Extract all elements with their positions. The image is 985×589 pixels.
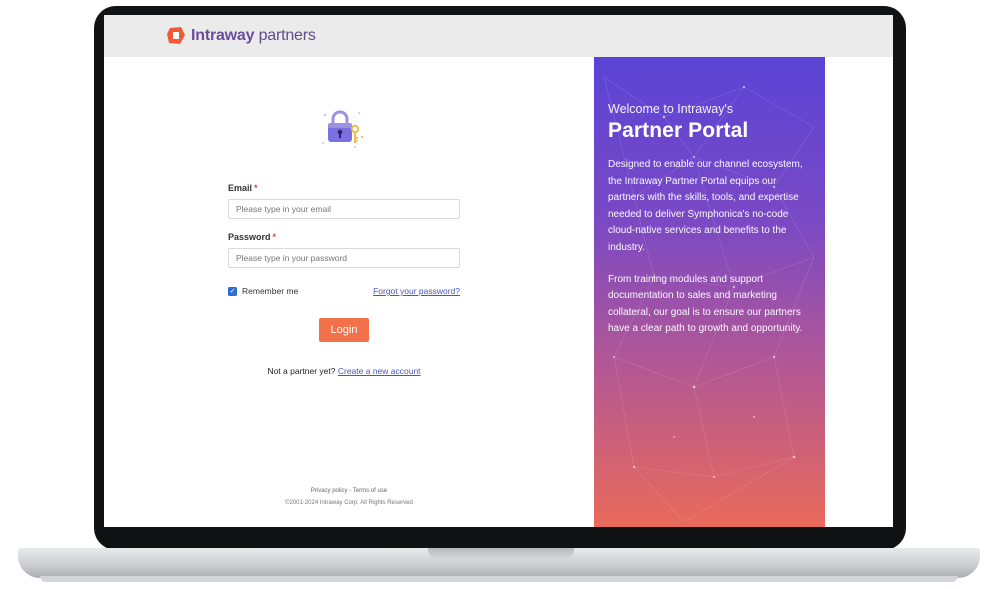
password-field[interactable] [228,248,460,268]
footer: Privacy policy - Terms of use ©2001-2024… [104,488,594,506]
signup-prompt-text: Not a partner yet? [267,366,336,376]
signup-prompt: Not a partner yet? Create a new account [228,366,460,376]
brand-name-a: Intraway [191,27,255,44]
email-field[interactable] [228,199,460,219]
top-bar: Intraway partners [104,15,893,57]
laptop-screen: Intraway partners Email* Password* [104,15,893,527]
login-button[interactable]: Login [319,318,369,342]
email-required-mark: * [254,183,258,193]
password-required-mark: * [272,232,277,242]
hero-content: Welcome to Intraway's Partner Portal Des… [608,102,813,338]
remember-row: ✓ Remember me Forgot your password? [228,286,460,296]
laptop-notch [428,548,574,559]
brand-name-b: partners [254,27,316,44]
hero-panel: Welcome to Intraway's Partner Portal Des… [594,57,825,527]
forgot-password-link[interactable]: Forgot your password? [373,286,460,296]
footer-copyright: ©2001-2024 Intraway Corp. All Rights Res… [285,500,413,506]
brand-logo[interactable]: Intraway partners [166,26,316,46]
intraway-logo-icon [167,27,185,44]
remember-me-toggle[interactable]: ✓ Remember me [228,286,298,296]
hero-title: Partner Portal [608,119,749,142]
login-panel: Email* Password* ✓ Remember me Forgot yo… [104,57,594,527]
lock-key-icon [322,110,364,148]
laptop-base-shadow [40,576,958,582]
password-label: Password * [228,232,277,242]
hero-paragraph-1: Designed to enable our channel ecosystem… [608,159,803,253]
email-label: Email * [228,183,258,193]
hero-paragraph-2: From training modules and support docume… [608,273,803,335]
hero-welcome: Welcome to Intraway's [608,102,734,116]
footer-links[interactable]: Privacy policy - Terms of use [104,488,594,494]
login-form: Email* Password* ✓ Remember me Forgot yo… [228,183,460,376]
create-account-link[interactable]: Create a new account [338,366,421,376]
checkbox-checked-icon[interactable]: ✓ [228,286,237,296]
remember-me-label: Remember me [242,286,299,296]
